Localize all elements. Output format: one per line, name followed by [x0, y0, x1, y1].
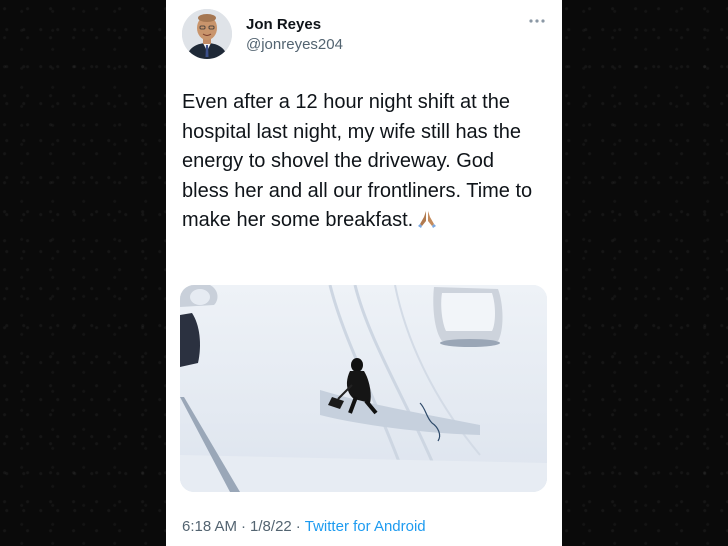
background-left [0, 0, 166, 546]
tweet-metadata: 6:18 AM · 1/8/22 · Twitter for Android [182, 518, 426, 535]
more-options-button[interactable] [526, 14, 548, 32]
more-horizontal-icon [529, 19, 545, 23]
background-right [562, 0, 728, 546]
folded-hands-emoji-icon [417, 209, 437, 229]
tweet-body: Even after a 12 hour night shift at the … [182, 91, 533, 231]
author-handle[interactable]: @jonreyes204 [246, 36, 343, 53]
snow-shoveling-photo [180, 285, 547, 492]
tweet-text: Even after a 12 hour night shift at the … [182, 88, 542, 236]
avatar-image [182, 9, 232, 59]
tweet-card: Jon Reyes @jonreyes204 Even after a 12 h… [166, 0, 562, 546]
tweet-source-link[interactable]: Twitter for Android [305, 518, 426, 535]
tweet-time[interactable]: 6:18 AM [182, 518, 237, 535]
tweet-photo[interactable] [180, 285, 547, 492]
separator: · [241, 518, 247, 535]
separator: · [295, 518, 301, 535]
avatar[interactable] [182, 9, 232, 59]
tweet-date[interactable]: 1/8/22 [250, 518, 292, 535]
author-name[interactable]: Jon Reyes [246, 16, 321, 33]
